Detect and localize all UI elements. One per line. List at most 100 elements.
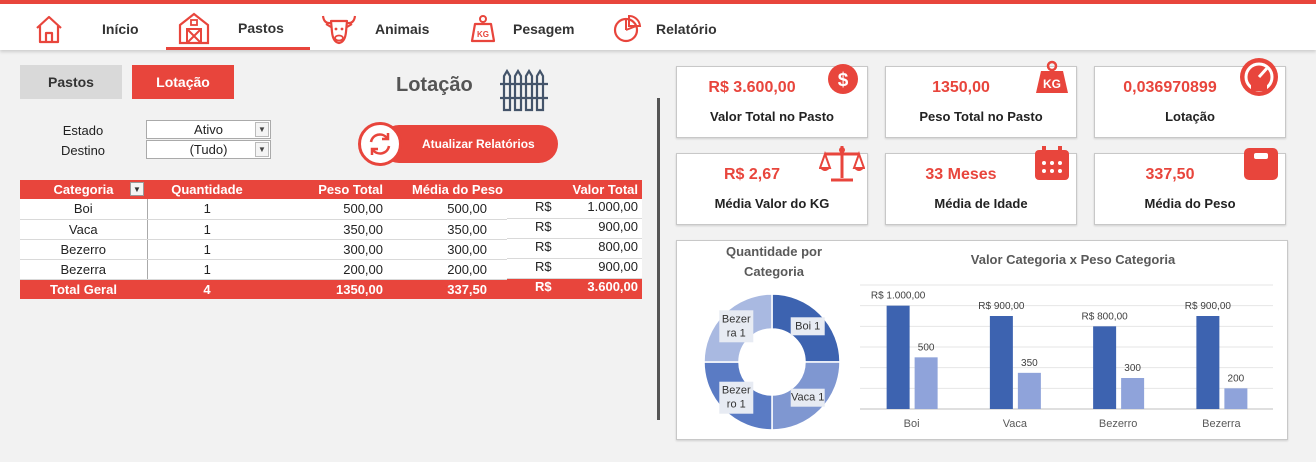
- svg-text:KG: KG: [477, 30, 489, 39]
- cell-quantidade: 1: [147, 259, 267, 280]
- cell-media: 200,00: [387, 259, 507, 280]
- cow-icon: [320, 12, 358, 46]
- pie-chart: Boi 1 Vaca 1 Bezer ro 1 Bezer ra 1: [703, 293, 841, 431]
- cell-media: 500,00: [387, 199, 507, 220]
- kpi-card-peso-total: 1350,00 Peso Total no Pasto KG: [885, 60, 1077, 138]
- svg-text:Bezer: Bezer: [722, 385, 751, 397]
- bar-vaca-series-1: [989, 316, 1013, 409]
- kpi-card-valor-total: R$ 3.600,00 Valor Total no Pasto $: [676, 64, 868, 138]
- kpi-value: 33 Meses: [925, 166, 997, 183]
- bar-chart: R$ 1.000,00 500 Boi R$ 900,00 350 Vaca R$ 800,…: [860, 284, 1273, 430]
- kg-weight-icon: KG: [470, 14, 496, 44]
- charts-canvas: Quantidade por Categoria Valor Categoria…: [703, 244, 1273, 431]
- pastos-button[interactable]: Pastos: [20, 65, 122, 99]
- svg-text:$: $: [838, 70, 849, 91]
- cell-currency: R$: [535, 259, 552, 274]
- chevron-down-icon[interactable]: ▼: [255, 142, 269, 157]
- x-tick-label: Vaca: [1003, 418, 1028, 430]
- filter-destino[interactable]: (Tudo) ▼: [146, 140, 271, 159]
- cell-categoria: Bezerra: [20, 259, 148, 280]
- bar-boi-series-1: [886, 305, 910, 409]
- kpi-label: Lotação: [1165, 109, 1215, 124]
- svg-text:ra 1: ra 1: [727, 327, 746, 339]
- kpi-label: Valor Total no Pasto: [709, 109, 834, 124]
- x-tick-label: Bezerra: [1202, 418, 1241, 430]
- filter-destino-value: (Tudo): [189, 142, 228, 157]
- kpi-value: R$ 3.600,00: [708, 79, 796, 96]
- nav-label-pastos: Pastos: [238, 19, 284, 36]
- kpi-value: 1350,00: [932, 79, 990, 96]
- bar-data-label: 300: [1124, 363, 1141, 374]
- filter-estado[interactable]: Ativo ▼: [146, 120, 271, 139]
- pie-chart-title-line1: Quantidade por: [726, 244, 822, 259]
- svg-text:Bezer: Bezer: [722, 313, 751, 325]
- svg-text:KG: KG: [1043, 77, 1061, 91]
- svg-text:Boi 1: Boi 1: [795, 320, 820, 332]
- total-valor: R$ 3.600,00: [507, 279, 642, 299]
- cell-peso: 300,00: [267, 239, 387, 260]
- kpi-label: Média do Peso: [1144, 196, 1236, 211]
- kpi-value: 337,50: [1145, 166, 1195, 183]
- table-row: Vaca 1 350,00 350,00 R$ 900,00: [20, 219, 642, 240]
- table-row: Bezerra 1 200,00 200,00 R$ 900,00: [20, 259, 642, 280]
- cell-media: 350,00: [387, 219, 507, 240]
- bar-bezerra-series-1: [1196, 316, 1220, 409]
- kpi-label: Peso Total no Pasto: [919, 109, 1043, 124]
- kpi-card-media-valor-kg: R$ 2,67 Média Valor do KG: [676, 146, 868, 225]
- nav-animais[interactable]: Animais: [320, 8, 429, 50]
- header-categoria[interactable]: Categoria ▼: [20, 180, 147, 199]
- cell-quantidade: 1: [147, 219, 267, 240]
- total-valor-amount: 3.600,00: [587, 279, 638, 294]
- cell-currency: R$: [535, 199, 552, 214]
- header-valor-total: Valor Total: [507, 180, 642, 199]
- cell-peso: 500,00: [267, 199, 387, 220]
- filter-estado-label: Estado: [62, 123, 104, 138]
- filter-applied-icon[interactable]: ▼: [255, 122, 269, 137]
- nav-pesagem[interactable]: KG Pesagem: [470, 8, 574, 50]
- pie-data-label: Vaca 1: [790, 388, 825, 407]
- refresh-icon: [358, 122, 402, 166]
- bar-bezerra-series-2: [1224, 388, 1248, 409]
- cell-valor: R$ 1.000,00: [507, 199, 642, 219]
- bar-data-label: R$ 900,00: [978, 301, 1025, 312]
- kpi-value: 0,036970899: [1123, 79, 1217, 96]
- nav-label-inicio: Início: [102, 21, 139, 37]
- bar-data-label: 350: [1021, 358, 1038, 369]
- kg-weight-icon: KG: [1032, 59, 1072, 99]
- cell-valor: R$ 900,00: [507, 219, 642, 239]
- nav-label-pesagem: Pesagem: [513, 21, 575, 37]
- cell-valor: R$ 800,00: [507, 239, 642, 259]
- total-peso: 1350,00: [267, 279, 387, 299]
- bar-vaca-series-2: [1017, 372, 1041, 409]
- svg-text:Vaca 1: Vaca 1: [791, 392, 824, 404]
- charts-panel: Quantidade por Categoria Valor Categoria…: [676, 240, 1288, 440]
- table-header-row: Categoria ▼ Quantidade Peso Total Média …: [20, 180, 642, 199]
- kpi-card-lotacao: 0,036970899 Lotação: [1094, 58, 1286, 138]
- atualizar-relatorios-button[interactable]: Atualizar Relatórios: [358, 122, 558, 166]
- top-nav-bar: Início Pastos Animais KG Pesagem Relatór…: [0, 0, 1316, 50]
- cell-categoria: Vaca: [20, 219, 148, 240]
- kpi-label: Média Valor do KG: [714, 196, 830, 211]
- cell-valor-amount: 800,00: [598, 239, 638, 254]
- lotacao-button[interactable]: Lotação: [132, 65, 234, 99]
- pie-chart-title-line2: Categoria: [744, 264, 805, 279]
- filter-estado-value: Ativo: [194, 122, 223, 137]
- nav-label-relatorio: Relatório: [656, 21, 717, 37]
- cell-valor: R$ 900,00: [507, 259, 642, 279]
- bar-data-label: R$ 900,00: [1185, 301, 1232, 312]
- nav-inicio[interactable]: Início: [34, 8, 139, 50]
- filter-dropdown-icon[interactable]: ▼: [130, 182, 144, 196]
- nav-pastos[interactable]: Pastos: [166, 8, 310, 50]
- section-title: Lotação: [396, 74, 473, 96]
- table-row: Boi 1 500,00 500,00 R$ 1.000,00: [20, 199, 642, 220]
- total-categoria: Total Geral: [20, 279, 147, 299]
- weight-icon: [1241, 144, 1281, 184]
- bar-data-label: R$ 1.000,00: [871, 291, 926, 302]
- nav-relatorio[interactable]: Relatório: [612, 8, 717, 50]
- cell-quantidade: 1: [147, 239, 267, 260]
- nav-label-animais: Animais: [375, 21, 430, 37]
- bar-bezerro-series-1: [1093, 326, 1117, 409]
- cell-peso: 350,00: [267, 219, 387, 240]
- cell-categoria: Boi: [20, 199, 148, 220]
- cell-currency: R$: [535, 239, 552, 254]
